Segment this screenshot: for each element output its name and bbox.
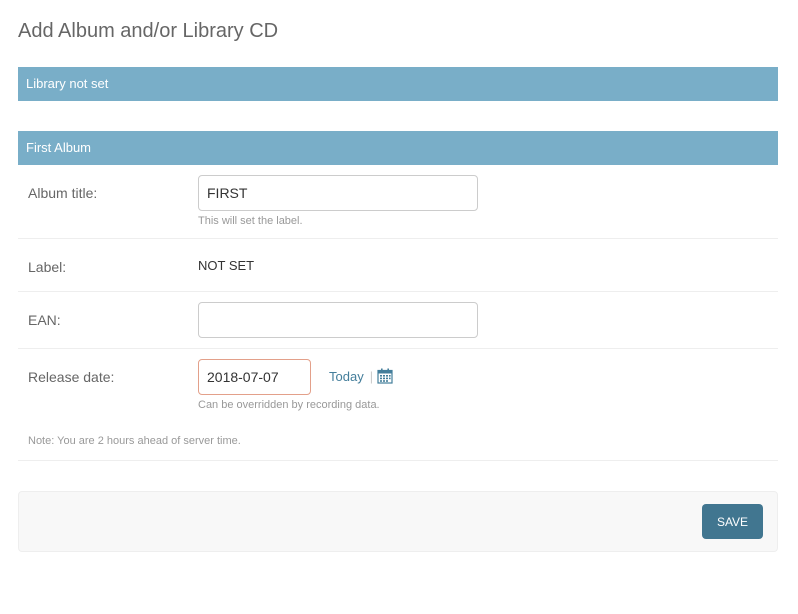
calendar-icon[interactable] — [377, 368, 393, 387]
page-title: Add Album and/or Library CD — [18, 20, 279, 42]
release-date-help: Can be overridden by recording data. — [198, 399, 380, 411]
release-date-label: Release date: — [28, 369, 115, 385]
ean-row: EAN: — [18, 292, 778, 349]
submit-row: SAVE — [18, 491, 778, 552]
shortcut-separator: | — [369, 369, 374, 384]
label-field-label: Label: — [28, 259, 67, 275]
save-button[interactable]: SAVE — [702, 504, 763, 539]
library-section-header: Library not set — [18, 67, 778, 101]
release-date-row: Release date: Today | Can be overridden b… — [18, 349, 778, 461]
release-date-input[interactable] — [198, 359, 311, 395]
ean-label: EAN: — [28, 312, 61, 328]
today-link[interactable]: Today — [329, 369, 364, 384]
ean-input[interactable] — [198, 302, 478, 338]
album-title-help: This will set the label. — [198, 215, 303, 227]
timezone-warning: Note: You are 2 hours ahead of server ti… — [28, 435, 241, 447]
album-section-header: First Album — [18, 131, 778, 165]
label-value: NOT SET — [198, 258, 255, 273]
album-title-label: Album title: — [28, 185, 98, 201]
album-title-input[interactable] — [198, 175, 478, 211]
date-shortcuts: Today | — [329, 368, 393, 387]
label-row: Label: NOT SET — [18, 239, 778, 292]
album-title-row: Album title: This will set the label. — [18, 165, 778, 239]
